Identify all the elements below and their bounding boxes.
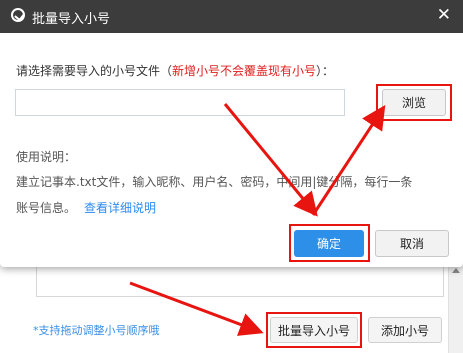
batch-import-button[interactable]: 批量导入小号 [270,317,358,343]
close-icon[interactable]: ✕ [437,7,451,24]
prompt-text: 请选择需要导入的小号文件（ [16,64,173,78]
file-path-input[interactable] [15,89,345,116]
app-logo-icon [11,8,25,22]
dialog-title: 批量导入小号 [32,12,111,27]
prompt-warning: 新增小号不会覆盖现有小号 [172,64,317,78]
batch-import-dialog: 批量导入小号 ✕ 请选择需要导入的小号文件（新增小号不会覆盖现有小号）： 浏览 … [0,0,463,267]
cancel-button[interactable]: 取消 [375,230,449,257]
add-account-button[interactable]: 添加小号 [368,317,442,343]
browse-button[interactable]: 浏览 [382,89,446,116]
usage-instructions-cont: 账号信息。 查看详细说明 [16,199,156,216]
ok-button[interactable]: 确定 [294,230,364,257]
prompt-end: ）： [316,64,335,78]
details-link[interactable]: 查看详细说明 [84,201,156,215]
scrollbar[interactable] [448,262,463,353]
usage-line2-text: 账号信息。 [16,201,77,215]
dialog-titlebar: 批量导入小号 ✕ [0,0,463,33]
file-prompt: 请选择需要导入的小号文件（新增小号不会覆盖现有小号）： [16,62,334,79]
usage-title: 使用说明： [16,150,77,164]
account-list-area[interactable] [36,262,444,297]
drag-tip: *支持拖动调整小号顺序哦 [33,324,160,337]
usage-instructions: 建立记事本.txt文件，输入昵称、用户名、密码，中间用|键分隔，每行一条 [16,175,413,189]
scroll-up-icon[interactable] [452,268,460,273]
